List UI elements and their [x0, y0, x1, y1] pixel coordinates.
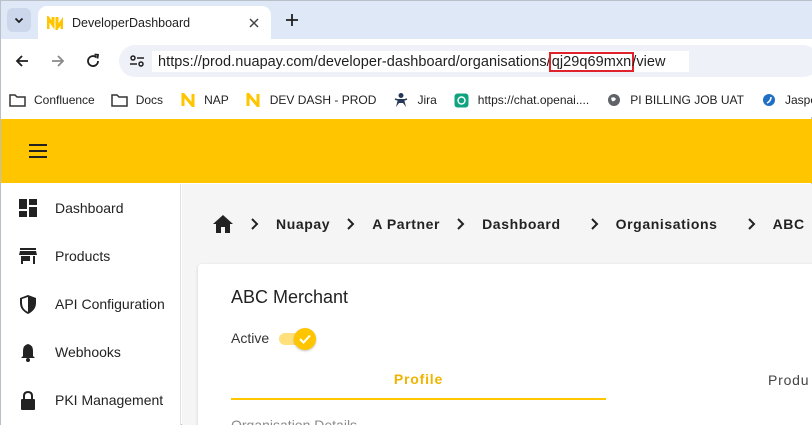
tab-title: DeveloperDashboard	[72, 15, 191, 30]
shield-icon	[17, 293, 39, 315]
bookmarks-bar: Confluence Docs NAP DEV DASH - PROD Jira…	[1, 83, 812, 117]
sidebar-item-label: Dashboard	[55, 200, 124, 216]
url-text-before: https://prod.nuapay.com/developer-dashbo…	[158, 53, 551, 70]
plus-icon	[286, 14, 298, 26]
home-icon[interactable]	[212, 214, 234, 234]
site-info-icon[interactable]	[127, 52, 147, 70]
breadcrumb-nuapay[interactable]: Nuapay	[276, 216, 330, 232]
jasper-icon	[760, 92, 777, 108]
check-icon	[299, 334, 311, 344]
jira-icon	[392, 92, 409, 108]
browser-tab-strip: DeveloperDashboard	[1, 1, 812, 39]
organisation-card: ABC Merchant Active Profile Produ Organi…	[198, 264, 812, 425]
bookmark-jira[interactable]: Jira	[392, 92, 437, 108]
sidebar-item-api-configuration[interactable]: API Configuration	[1, 280, 181, 328]
tab-products-label: Produ	[768, 372, 810, 388]
url-field[interactable]: https://prod.nuapay.com/developer-dashbo…	[152, 51, 689, 72]
bookmark-pi-billing-job-uat[interactable]: PI BILLING JOB UAT	[605, 92, 744, 108]
bookmark-confluence[interactable]: Confluence	[9, 92, 95, 108]
sidebar-item-products[interactable]: Products	[1, 232, 181, 280]
chevron-down-icon	[14, 17, 24, 24]
section-title: Organisation Details	[231, 417, 358, 425]
tab-search-button[interactable]	[7, 8, 31, 32]
tab-products[interactable]: Produ	[768, 360, 809, 400]
bookmark-dev-dash-prod[interactable]: DEV DASH - PROD	[245, 92, 377, 108]
hamburger-menu-button[interactable]	[27, 141, 49, 161]
breadcrumb-dashboard[interactable]: Dashboard	[482, 216, 561, 232]
bookmark-jasper[interactable]: Jasper	[760, 92, 812, 108]
openai-icon	[453, 92, 470, 108]
sidebar-item-label: API Configuration	[55, 296, 165, 312]
bookmark-nap[interactable]: NAP	[179, 92, 229, 108]
chevron-right-icon	[339, 214, 363, 234]
sidebar-item-label: Products	[55, 248, 111, 264]
main-content: Nuapay A Partner Dashboard Organisations…	[182, 184, 812, 425]
arrow-right-icon	[52, 55, 65, 67]
folder-icon	[9, 92, 26, 108]
status-label: Active	[231, 330, 270, 346]
bookmark-docs[interactable]: Docs	[110, 92, 164, 108]
nuapay-logo-icon	[245, 92, 262, 108]
chevron-right-icon	[449, 214, 473, 234]
dashboard-icon	[17, 197, 39, 219]
chevron-right-icon	[243, 214, 267, 234]
chevron-right-icon	[740, 214, 764, 234]
globe-icon	[605, 92, 622, 108]
bookmark-label: Confluence	[34, 93, 95, 107]
store-icon	[17, 245, 39, 267]
nuapay-logo-icon	[179, 92, 196, 108]
nuapay-logo-icon	[47, 15, 63, 31]
new-tab-button[interactable]	[280, 8, 304, 32]
sidebar-item-dashboard[interactable]: Dashboard	[1, 184, 181, 232]
tab-profile[interactable]: Profile	[231, 360, 606, 400]
sidebar-item-pki-management[interactable]: PKI Management	[1, 376, 181, 424]
sidebar-item-label: Webhooks	[55, 344, 121, 360]
breadcrumb: Nuapay A Partner Dashboard Organisations…	[212, 214, 805, 234]
folder-icon	[110, 92, 128, 108]
bookmark-chat-openai[interactable]: https://chat.openai....	[453, 92, 589, 108]
browser-tab-active[interactable]: DeveloperDashboard	[38, 6, 271, 39]
bookmark-label: NAP	[204, 93, 229, 107]
active-toggle[interactable]	[279, 328, 317, 350]
bookmark-label: https://chat.openai....	[477, 93, 590, 107]
browser-toolbar: https://prod.nuapay.com/developer-dashbo…	[1, 39, 812, 83]
breadcrumb-organisations[interactable]: Organisations	[616, 216, 718, 232]
sidebar: Dashboard Products API Configuration Web…	[1, 184, 181, 425]
toggle-thumb	[294, 328, 317, 350]
bookmark-label: PI BILLING JOB UAT	[630, 93, 744, 107]
bookmark-label: Docs	[135, 93, 164, 107]
app-header	[1, 119, 812, 183]
status-row: Active	[231, 328, 317, 350]
menu-icon	[29, 144, 47, 158]
arrow-left-icon	[15, 55, 28, 67]
bell-icon	[17, 341, 39, 363]
sidebar-item-webhooks[interactable]: Webhooks	[1, 328, 181, 376]
breadcrumb-a-partner[interactable]: A Partner	[372, 216, 440, 232]
reload-button[interactable]	[82, 50, 104, 72]
chevron-right-icon	[583, 214, 607, 234]
sidebar-item-label: PKI Management	[55, 392, 164, 408]
lock-icon	[17, 389, 39, 411]
forward-button[interactable]	[47, 50, 69, 72]
url-highlighted-id: qj29q69mxn	[548, 51, 635, 72]
close-tab-icon[interactable]	[245, 14, 263, 32]
back-button[interactable]	[11, 50, 33, 72]
tab-profile-label: Profile	[393, 371, 444, 387]
address-bar[interactable]: https://prod.nuapay.com/developer-dashbo…	[119, 45, 812, 77]
breadcrumb-abc: ABC	[772, 216, 805, 232]
bookmark-label: Jira	[417, 93, 437, 107]
page-title: ABC Merchant	[231, 287, 349, 307]
reload-icon	[87, 53, 100, 67]
url-text-after: /view	[632, 53, 666, 70]
bookmark-label: DEV DASH - PROD	[269, 93, 377, 107]
bookmark-label: Jasper	[785, 93, 812, 107]
